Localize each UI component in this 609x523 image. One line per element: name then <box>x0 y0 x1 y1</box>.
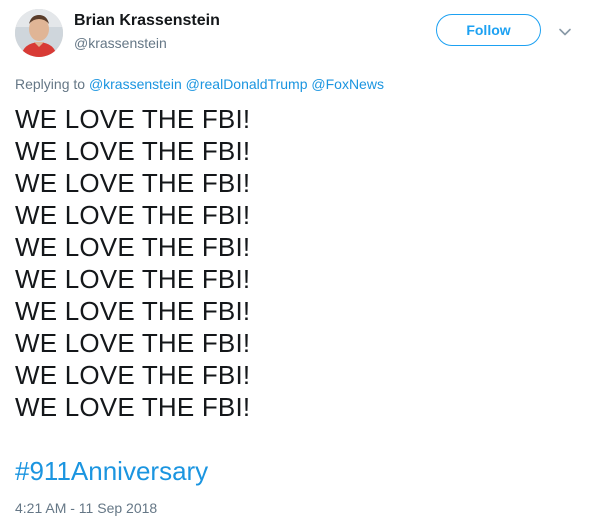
mention-link-realdonaldtrump[interactable]: @realDonaldTrump <box>186 76 308 92</box>
avatar[interactable] <box>15 9 63 57</box>
tweet-text-line: WE LOVE THE FBI! <box>15 392 251 422</box>
tweet-text-line: WE LOVE THE FBI! <box>15 232 251 262</box>
follow-button[interactable]: Follow <box>436 14 541 46</box>
tweet-text-line: WE LOVE THE FBI! <box>15 328 251 358</box>
mention-link-foxnews[interactable]: @FoxNews <box>311 76 384 92</box>
tweet-timestamp[interactable]: 4:21 AM - 11 Sep 2018 <box>15 500 157 516</box>
hashtag-link[interactable]: #911Anniversary <box>15 455 208 487</box>
tweet-text-line: WE LOVE THE FBI! <box>15 136 251 166</box>
profile-photo-icon <box>15 9 63 57</box>
tweet-card: Brian Krassenstein @krassenstein Follow … <box>0 0 609 523</box>
tweet-text-line: WE LOVE THE FBI! <box>15 200 251 230</box>
tweet-text: WE LOVE THE FBI! WE LOVE THE FBI! WE LOV… <box>15 103 250 423</box>
author-display-name[interactable]: Brian Krassenstein <box>74 12 220 30</box>
tweet-text-line: WE LOVE THE FBI! <box>15 296 251 326</box>
tweet-text-line: WE LOVE THE FBI! <box>15 360 251 390</box>
author-handle[interactable]: @krassenstein <box>74 35 167 51</box>
mention-link-krassenstein[interactable]: @krassenstein <box>89 76 182 92</box>
reply-context: Replying to @krassenstein @realDonaldTru… <box>15 76 384 92</box>
chevron-down-icon[interactable] <box>557 24 573 40</box>
reply-context-prefix: Replying to <box>15 76 86 92</box>
tweet-text-line: WE LOVE THE FBI! <box>15 104 251 134</box>
tweet-text-line: WE LOVE THE FBI! <box>15 264 251 294</box>
tweet-text-line: WE LOVE THE FBI! <box>15 168 251 198</box>
